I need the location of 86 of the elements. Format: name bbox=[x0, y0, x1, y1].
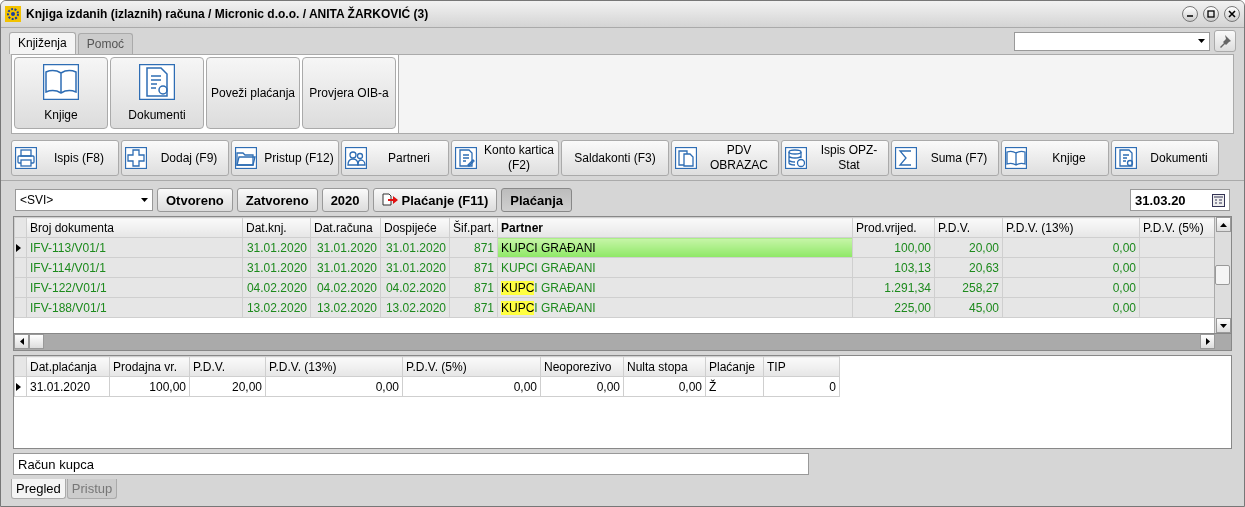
toolbar-button[interactable]: Ispis OPZ-Stat bbox=[781, 140, 889, 176]
header-corner-cell bbox=[14, 356, 27, 377]
column-header[interactable]: Dat.knj. bbox=[242, 217, 311, 238]
toolbar-button[interactable]: Pristup (F12) bbox=[231, 140, 339, 176]
toolbar-button[interactable]: Partneri bbox=[341, 140, 449, 176]
filter-button[interactable]: Otvoreno bbox=[157, 188, 233, 212]
view-tab[interactable]: Pregled bbox=[11, 479, 66, 499]
right-arrow-icon bbox=[1205, 338, 1210, 345]
toolbar-button[interactable]: PDV OBRAZAC bbox=[671, 140, 779, 176]
pin-icon[interactable] bbox=[1214, 30, 1236, 52]
column-header[interactable]: Broj dokumenta bbox=[26, 217, 243, 238]
toolbar-button[interactable]: Dokumenti bbox=[1111, 140, 1219, 176]
column-header[interactable]: TIP bbox=[763, 356, 840, 377]
maximize-button[interactable] bbox=[1203, 6, 1219, 22]
scroll-left-button[interactable] bbox=[14, 334, 29, 349]
sigma-icon bbox=[895, 147, 917, 169]
document-gear-icon bbox=[1115, 147, 1137, 169]
column-header[interactable]: Prodajna vr. bbox=[109, 356, 190, 377]
toolbar-button[interactable]: Dodaj (F9) bbox=[121, 140, 229, 176]
ribbon-button[interactable]: Dokumenti bbox=[110, 57, 204, 129]
down-arrow-icon bbox=[1219, 323, 1227, 328]
date-field[interactable]: 31.03.20 bbox=[1130, 189, 1230, 211]
toolbar-button[interactable]: Suma (F7) bbox=[891, 140, 999, 176]
book-icon bbox=[43, 64, 79, 100]
scroll-thumb[interactable] bbox=[1215, 265, 1230, 285]
document-pencil-icon bbox=[455, 147, 477, 169]
ribbon-button[interactable]: Provjera OIB-a bbox=[302, 57, 396, 129]
scroll-right-button[interactable] bbox=[1200, 334, 1215, 349]
toolbar-button[interactable]: Saldakonti (F3) bbox=[561, 140, 669, 176]
column-header[interactable]: P.D.V. (13%) bbox=[1002, 217, 1140, 238]
column-header[interactable]: P.D.V. (5%) bbox=[1139, 217, 1214, 238]
column-header[interactable]: P.D.V. bbox=[934, 217, 1003, 238]
filter-button[interactable]: Plaćanje (F11) bbox=[372, 188, 498, 212]
ribbon-tab[interactable]: Knjiženja bbox=[9, 32, 76, 54]
toolbar-button[interactable]: Knjige bbox=[1001, 140, 1109, 176]
dropdown-arrow-icon bbox=[141, 198, 148, 202]
search-combo[interactable] bbox=[1014, 31, 1210, 51]
dropdown-arrow-icon bbox=[1198, 39, 1205, 43]
column-header[interactable]: Prod.vrijed. bbox=[852, 217, 935, 238]
minimize-button[interactable] bbox=[1182, 6, 1198, 22]
plus-icon bbox=[125, 147, 147, 169]
toolbar-button[interactable]: Ispis (F8) bbox=[11, 140, 119, 176]
note-field[interactable]: Račun kupca bbox=[13, 453, 809, 475]
column-header[interactable]: Šif.part. bbox=[449, 217, 498, 238]
filter-button[interactable]: Zatvoreno bbox=[236, 188, 318, 212]
close-icon bbox=[1228, 10, 1236, 18]
column-header[interactable]: Dat.plaćanja bbox=[26, 356, 110, 377]
folder-icon bbox=[235, 147, 257, 169]
payment-arrow-icon bbox=[381, 193, 398, 207]
row-indicator[interactable] bbox=[14, 376, 27, 397]
column-header[interactable]: Plaćanje bbox=[705, 356, 764, 377]
column-header[interactable]: Partner bbox=[497, 217, 853, 238]
ribbon-tab[interactable]: Pomoć bbox=[77, 33, 134, 54]
app-logo-icon bbox=[5, 6, 21, 22]
people-icon bbox=[345, 147, 367, 169]
scroll-up-button[interactable] bbox=[1215, 217, 1231, 232]
column-header[interactable]: P.D.V. (5%) bbox=[402, 356, 541, 377]
scroll-thumb[interactable] bbox=[29, 334, 44, 349]
document-gear-icon bbox=[139, 64, 175, 100]
column-header[interactable]: Dat.računa bbox=[310, 217, 381, 238]
column-header[interactable]: Nulta stopa bbox=[623, 356, 706, 377]
close-button[interactable] bbox=[1224, 6, 1240, 22]
database-icon bbox=[785, 147, 807, 169]
filter-button[interactable]: Plaćanja bbox=[501, 188, 573, 212]
row-pointer-icon bbox=[15, 243, 22, 252]
column-header[interactable]: P.D.V. (13%) bbox=[265, 356, 403, 377]
header-corner-cell bbox=[14, 217, 27, 238]
calendar-icon bbox=[1212, 193, 1225, 207]
maximize-icon bbox=[1207, 10, 1215, 18]
up-arrow-icon bbox=[1219, 222, 1227, 227]
printer-icon bbox=[15, 147, 37, 169]
row-pointer-icon bbox=[15, 382, 22, 391]
window-title: Knjiga izdanih (izlaznih) računa / Micronic d.o.o. / ANITA ŽARKOVIĆ (3) bbox=[26, 7, 430, 21]
documents-icon bbox=[675, 147, 697, 169]
ribbon-button[interactable]: Poveži plaćanja bbox=[206, 57, 300, 129]
left-arrow-icon bbox=[19, 338, 24, 345]
toolbar-button[interactable]: Konto kartica (F2) bbox=[451, 140, 559, 176]
book-icon bbox=[1005, 147, 1027, 169]
column-header[interactable]: Neoporezivo bbox=[540, 356, 624, 377]
filter-button[interactable]: 2020 bbox=[321, 188, 369, 212]
column-header[interactable]: Dospijeće bbox=[380, 217, 450, 238]
scroll-down-button[interactable] bbox=[1215, 318, 1231, 333]
column-header[interactable]: P.D.V. bbox=[189, 356, 266, 377]
filter-combo[interactable]: <SVI> bbox=[15, 189, 153, 211]
ribbon-button[interactable]: Knjige bbox=[14, 57, 108, 129]
row-indicator[interactable] bbox=[14, 237, 27, 258]
